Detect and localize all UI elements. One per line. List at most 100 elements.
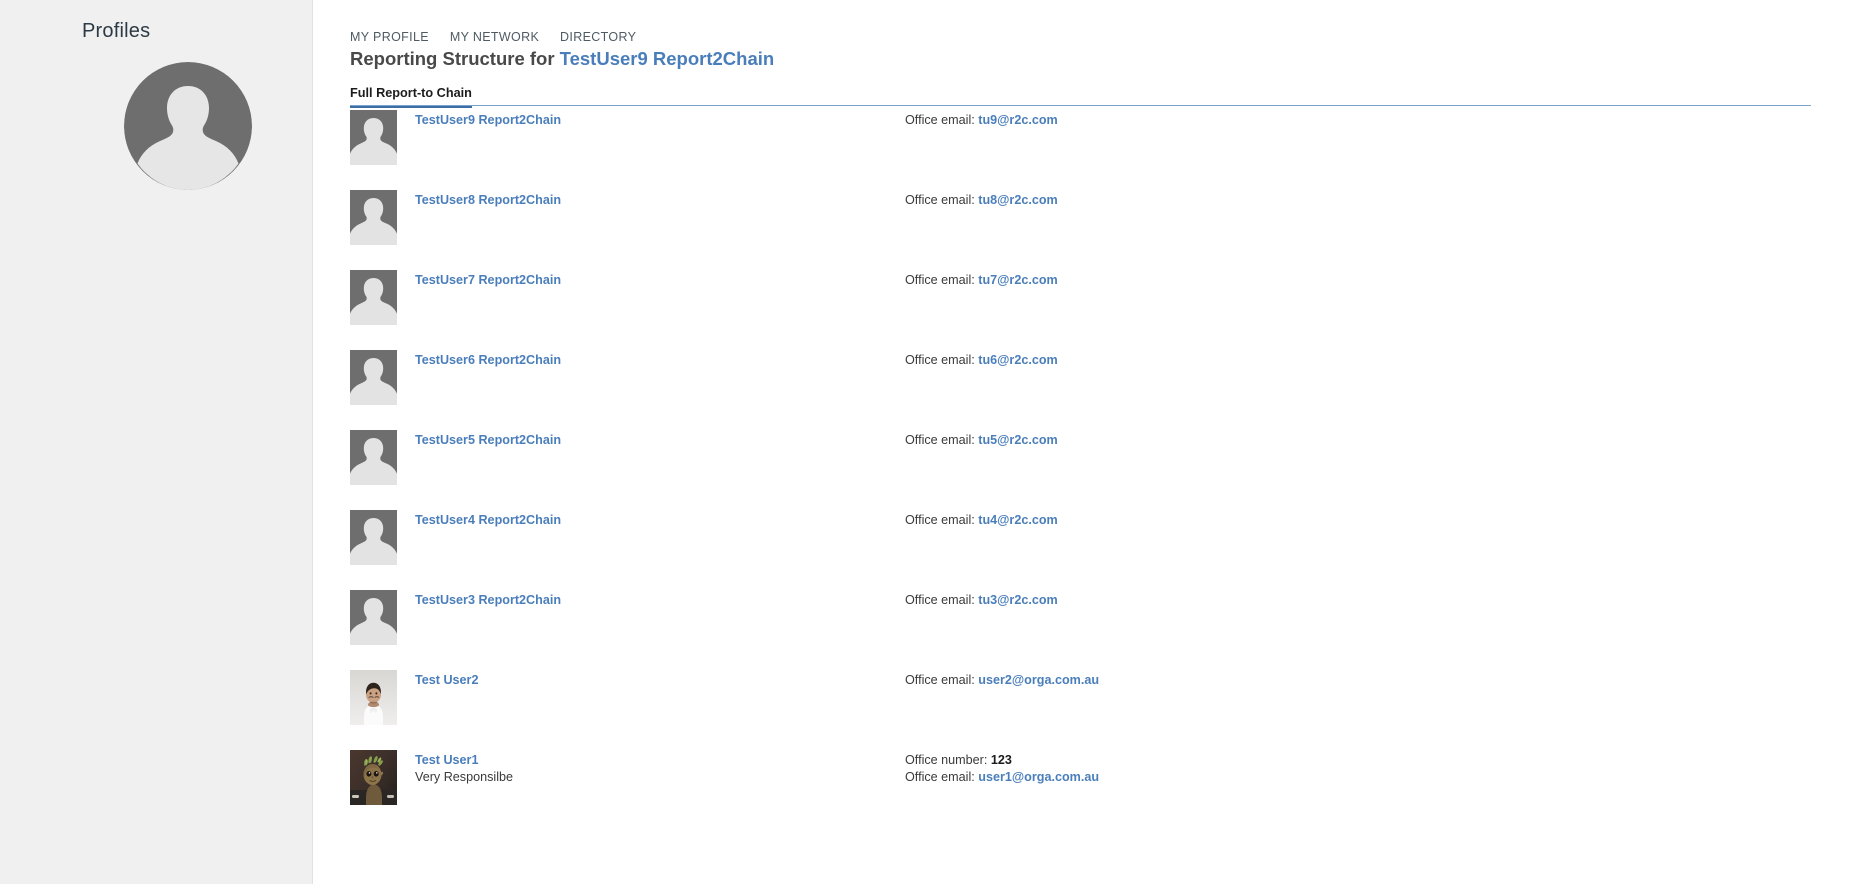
person-avatar: [350, 270, 397, 325]
office-email-line: Office email: user2@orga.com.au: [905, 672, 1099, 689]
person-row: TestUser5 Report2Chain Office email: tu5@…: [313, 430, 1866, 497]
office-email-label: Office email:: [905, 273, 975, 287]
office-email-label: Office email:: [905, 433, 975, 447]
office-email-line: Office email: tu9@r2c.com: [905, 112, 1058, 129]
office-email-label: Office email:: [905, 113, 975, 127]
nav-item-my-profile[interactable]: MY PROFILE: [350, 30, 429, 44]
person-contact: Office number: 123 Office email: user1@or…: [905, 752, 1099, 786]
office-email-label: Office email:: [905, 673, 975, 687]
person-row: TestUser8 Report2Chain Office email: tu8@…: [313, 190, 1866, 257]
person-row: TestUser6 Report2Chain Office email: tu6@…: [313, 350, 1866, 417]
person-contact: Office email: tu9@r2c.com: [905, 112, 1058, 129]
person-placeholder-icon: [350, 510, 397, 565]
user-photo: [350, 750, 397, 805]
page-title-prefix: Reporting Structure for: [350, 48, 560, 69]
person-name-link[interactable]: TestUser6 Report2Chain: [415, 352, 561, 368]
person-row: Test User2 Office email: user2@orga.com.a…: [313, 670, 1866, 737]
person-contact: Office email: tu8@r2c.com: [905, 192, 1058, 209]
person-name-link[interactable]: TestUser4 Report2Chain: [415, 512, 561, 528]
person-info: TestUser7 Report2Chain: [415, 272, 561, 288]
person-name-link[interactable]: TestUser3 Report2Chain: [415, 592, 561, 608]
person-placeholder-icon: [350, 270, 397, 325]
person-name-link[interactable]: TestUser8 Report2Chain: [415, 192, 561, 208]
office-number-value: 123: [990, 753, 1012, 767]
user-photo: [350, 670, 397, 725]
office-email-line: Office email: tu3@r2c.com: [905, 592, 1058, 609]
tab-strip-divider: [350, 105, 1811, 106]
office-email-line: Office email: tu4@r2c.com: [905, 512, 1058, 529]
tab-strip: Full Report-to Chain: [350, 84, 1811, 108]
person-avatar: [350, 430, 397, 485]
office-email-link[interactable]: tu4@r2c.com: [978, 513, 1057, 527]
person-row: Test User1 Very Responsilbe Office number:…: [313, 750, 1866, 817]
office-email-label: Office email:: [905, 193, 975, 207]
office-number-label: Office number:: [905, 753, 988, 767]
sidebar-title: Profiles: [82, 20, 151, 42]
office-email-label: Office email:: [905, 513, 975, 527]
person-contact: Office email: tu4@r2c.com: [905, 512, 1058, 529]
person-placeholder-icon: [124, 62, 252, 190]
person-contact: Office email: tu7@r2c.com: [905, 272, 1058, 289]
office-email-label: Office email:: [905, 770, 975, 784]
office-email-link[interactable]: tu6@r2c.com: [978, 353, 1057, 367]
person-info: TestUser3 Report2Chain: [415, 592, 561, 608]
office-email-label: Office email:: [905, 353, 975, 367]
person-contact: Office email: tu3@r2c.com: [905, 592, 1058, 609]
person-avatar: [350, 670, 397, 725]
person-contact: Office email: user2@orga.com.au: [905, 672, 1099, 689]
person-placeholder-icon: [350, 590, 397, 645]
office-number-line: Office number: 123: [905, 752, 1099, 769]
page-title-subject-link[interactable]: TestUser9 Report2Chain: [560, 48, 775, 69]
person-row: TestUser7 Report2Chain Office email: tu7@…: [313, 270, 1866, 337]
office-email-label: Office email:: [905, 593, 975, 607]
page-title: Reporting Structure for TestUser9 Report…: [350, 48, 774, 70]
person-placeholder-icon: [350, 190, 397, 245]
person-avatar: [350, 350, 397, 405]
person-name-link[interactable]: TestUser7 Report2Chain: [415, 272, 561, 288]
office-email-link[interactable]: tu7@r2c.com: [978, 273, 1057, 287]
office-email-link[interactable]: tu9@r2c.com: [978, 113, 1057, 127]
sidebar: Profiles: [0, 0, 313, 884]
top-navigation: MY PROFILE MY NETWORK DIRECTORY: [350, 30, 653, 44]
person-placeholder-icon: [350, 350, 397, 405]
person-placeholder-icon: [350, 110, 397, 165]
person-row: TestUser9 Report2Chain Office email: tu9@…: [313, 110, 1866, 177]
person-avatar: [350, 590, 397, 645]
person-avatar: [350, 110, 397, 165]
person-info: TestUser4 Report2Chain: [415, 512, 561, 528]
sidebar-profile-avatar: [124, 62, 252, 190]
person-row: TestUser4 Report2Chain Office email: tu4@…: [313, 510, 1866, 577]
person-info: Test User2: [415, 672, 478, 688]
office-email-line: Office email: tu5@r2c.com: [905, 432, 1058, 449]
nav-item-directory[interactable]: DIRECTORY: [560, 30, 636, 44]
person-name-link[interactable]: TestUser9 Report2Chain: [415, 112, 561, 128]
person-info: Test User1 Very Responsilbe: [415, 752, 513, 786]
person-contact: Office email: tu5@r2c.com: [905, 432, 1058, 449]
person-name-link[interactable]: TestUser5 Report2Chain: [415, 432, 561, 448]
office-email-link[interactable]: tu8@r2c.com: [978, 193, 1057, 207]
person-contact: Office email: tu6@r2c.com: [905, 352, 1058, 369]
person-info: TestUser6 Report2Chain: [415, 352, 561, 368]
person-placeholder-icon: [350, 430, 397, 485]
person-avatar: [350, 190, 397, 245]
person-name-link[interactable]: Test User2: [415, 672, 478, 688]
office-email-line: Office email: user1@orga.com.au: [905, 769, 1099, 786]
report-chain-list: TestUser9 Report2Chain Office email: tu9@…: [313, 110, 1866, 830]
office-email-link[interactable]: tu3@r2c.com: [978, 593, 1057, 607]
office-email-line: Office email: tu6@r2c.com: [905, 352, 1058, 369]
nav-item-my-network[interactable]: MY NETWORK: [450, 30, 539, 44]
person-info: TestUser5 Report2Chain: [415, 432, 561, 448]
person-name-link[interactable]: Test User1: [415, 752, 513, 768]
person-row: TestUser3 Report2Chain Office email: tu3@…: [313, 590, 1866, 657]
office-email-line: Office email: tu8@r2c.com: [905, 192, 1058, 209]
person-avatar: [350, 750, 397, 805]
office-email-link[interactable]: tu5@r2c.com: [978, 433, 1057, 447]
person-info: TestUser9 Report2Chain: [415, 112, 561, 128]
main-content: MY PROFILE MY NETWORK DIRECTORY Reportin…: [313, 0, 1866, 888]
person-avatar: [350, 510, 397, 565]
office-email-link[interactable]: user2@orga.com.au: [978, 673, 1099, 687]
office-email-line: Office email: tu7@r2c.com: [905, 272, 1058, 289]
person-job-title: Very Responsilbe: [415, 770, 514, 784]
office-email-link[interactable]: user1@orga.com.au: [978, 770, 1099, 784]
person-info: TestUser8 Report2Chain: [415, 192, 561, 208]
